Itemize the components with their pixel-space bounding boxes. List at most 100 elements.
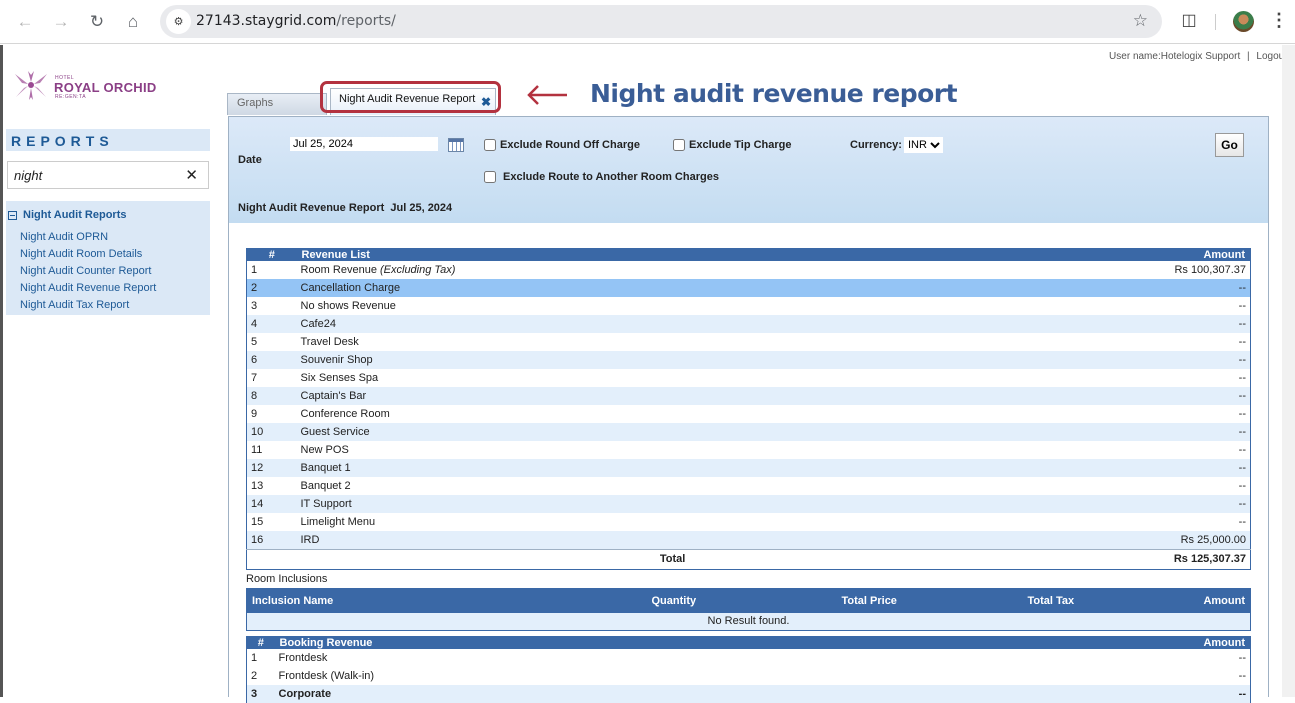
- exclude-round-off-option[interactable]: Exclude Round Off Charge: [484, 139, 640, 151]
- revenue-amount: --: [1105, 315, 1251, 333]
- revenue-num: 14: [246, 495, 297, 513]
- profile-avatar[interactable]: [1233, 11, 1254, 32]
- inclusions-table: Inclusion Name Quantity Total Price Tota…: [246, 588, 1251, 631]
- col-inclusion-amount: Amount: [1142, 588, 1251, 613]
- revenue-amount: --: [1105, 477, 1251, 495]
- user-name: User name:Hotelogix Support: [1109, 51, 1241, 62]
- report-search-input[interactable]: [8, 162, 168, 188]
- revenue-row[interactable]: 12 Banquet 1 --: [246, 459, 1251, 477]
- sidebar-item-night-audit-room-details[interactable]: Night Audit Room Details: [20, 248, 156, 265]
- exclude-route-label: Exclude Route to Another Room Charges: [503, 171, 719, 183]
- bookmark-star-icon[interactable]: ☆: [1133, 11, 1148, 31]
- revenue-row[interactable]: 11 New POS --: [246, 441, 1251, 459]
- calendar-icon[interactable]: [448, 138, 464, 152]
- revenue-num: 11: [246, 441, 297, 459]
- site-info-icon[interactable]: ⚙: [166, 9, 191, 34]
- inclusions-header-row: Inclusion Name Quantity Total Price Tota…: [246, 588, 1251, 613]
- booking-amount: --: [924, 685, 1251, 703]
- total-amount: Rs 125,307.37: [1105, 548, 1251, 569]
- filter-bar: Date Exclude Round Off Charge Exclude Ti…: [229, 117, 1268, 223]
- revenue-row[interactable]: 5 Travel Desk --: [246, 333, 1251, 351]
- revenue-name-text: Room Revenue: [300, 264, 377, 276]
- booking-row[interactable]: 3 Corporate --: [246, 685, 1251, 703]
- report-title: Night Audit Revenue Report: [238, 202, 385, 214]
- revenue-num: 3: [246, 297, 297, 315]
- revenue-name: Captain's Bar: [296, 387, 1106, 405]
- revenue-name: Banquet 1: [296, 459, 1106, 477]
- sidebar-item-night-audit-revenue-report[interactable]: Night Audit Revenue Report: [20, 282, 156, 299]
- revenue-num: 13: [246, 477, 297, 495]
- revenue-amount: --: [1105, 279, 1251, 297]
- annotation-highlight: [320, 81, 501, 113]
- revenue-row[interactable]: 3 No shows Revenue --: [246, 297, 1251, 315]
- userbar-separator: |: [1247, 51, 1250, 62]
- revenue-row[interactable]: 10 Guest Service --: [246, 423, 1251, 441]
- revenue-amount: --: [1105, 387, 1251, 405]
- go-button[interactable]: Go: [1215, 133, 1244, 157]
- logo-subtitle: RE:GEN:TA: [55, 94, 87, 100]
- back-button[interactable]: ←: [13, 10, 37, 34]
- currency-select[interactable]: INR: [903, 137, 943, 153]
- revenue-row[interactable]: 4 Cafe24 --: [246, 315, 1251, 333]
- exclude-tip-option[interactable]: Exclude Tip Charge: [673, 139, 792, 151]
- report-search: ✕: [7, 161, 209, 189]
- revenue-amount: --: [1105, 405, 1251, 423]
- revenue-note: (Excluding Tax): [380, 264, 456, 276]
- address-bar[interactable]: ⚙ 27143.staygrid.com/reports/ ☆: [160, 5, 1162, 38]
- revenue-row[interactable]: 7 Six Senses Spa --: [246, 369, 1251, 387]
- revenue-num: 9: [246, 405, 297, 423]
- revenue-num: 1: [246, 261, 297, 279]
- currency-label: Currency:: [850, 139, 902, 151]
- home-button[interactable]: ⌂: [121, 10, 145, 34]
- user-bar: User name:Hotelogix Support | Logout: [1109, 51, 1287, 62]
- exclude-round-off-checkbox[interactable]: [484, 139, 496, 151]
- annotation-label: Night audit revenue report: [590, 79, 958, 108]
- extensions-icon[interactable]: ◫: [1178, 10, 1200, 32]
- url-text[interactable]: 27143.staygrid.com/reports/: [196, 13, 396, 29]
- revenue-row[interactable]: 9 Conference Room --: [246, 405, 1251, 423]
- col-inclusion-name: Inclusion Name: [246, 588, 647, 613]
- room-inclusions-label: Room Inclusions: [246, 573, 328, 585]
- booking-header-row: # Booking Revenue Amount: [246, 636, 1251, 649]
- exclude-route-checkbox[interactable]: [484, 171, 496, 183]
- booking-num: 3: [246, 685, 275, 703]
- revenue-row[interactable]: 1 Room Revenue (Excluding Tax) Rs 100,307.…: [246, 261, 1251, 279]
- revenue-row[interactable]: 2 Cancellation Charge --: [246, 279, 1251, 297]
- revenue-name: Conference Room: [296, 405, 1106, 423]
- report-tree: Night Audit Reports Night Audit OPRN Nig…: [6, 201, 210, 315]
- revenue-row[interactable]: 16 IRD Rs 25,000.00: [246, 531, 1251, 549]
- page: User name:Hotelogix Support | Logout HOT…: [0, 45, 1295, 703]
- sidebar-item-night-audit-oprn[interactable]: Night Audit OPRN: [20, 231, 156, 248]
- reload-button[interactable]: ↻: [85, 10, 109, 34]
- revenue-amount: --: [1105, 513, 1251, 531]
- total-label: Total: [296, 548, 1106, 569]
- revenue-header-row: # Revenue List Amount: [246, 248, 1251, 261]
- collapse-icon[interactable]: [8, 210, 17, 220]
- date-input[interactable]: [290, 137, 438, 151]
- revenue-row[interactable]: 6 Souvenir Shop --: [246, 351, 1251, 369]
- revenue-row[interactable]: 14 IT Support --: [246, 495, 1251, 513]
- revenue-name: IRD: [296, 531, 1106, 549]
- tab-graphs-label: Graphs: [237, 97, 274, 109]
- page-scrollbar[interactable]: [1282, 45, 1295, 697]
- exclude-tip-checkbox[interactable]: [673, 139, 685, 151]
- booking-row[interactable]: 1 Frontdesk --: [246, 649, 1251, 667]
- currency-field: Currency: INR: [850, 137, 943, 153]
- booking-row[interactable]: 2 Frontdesk (Walk-in) --: [246, 667, 1251, 685]
- revenue-row[interactable]: 15 Limelight Menu --: [246, 513, 1251, 531]
- exclude-route-option[interactable]: Exclude Route to Another Room Charges: [484, 171, 719, 183]
- sidebar-item-night-audit-tax-report[interactable]: Night Audit Tax Report: [20, 299, 156, 316]
- annotation-arrow-icon: [527, 85, 567, 105]
- revenue-amount: --: [1105, 495, 1251, 513]
- col-booking-num: #: [246, 636, 275, 649]
- tree-group-night-audit[interactable]: Night Audit Reports: [8, 209, 126, 221]
- forward-button[interactable]: →: [49, 10, 73, 34]
- sidebar-item-night-audit-counter-report[interactable]: Night Audit Counter Report: [20, 265, 156, 282]
- revenue-row[interactable]: 8 Captain's Bar --: [246, 387, 1251, 405]
- col-booking-amount: Amount: [924, 636, 1251, 649]
- tab-graphs[interactable]: Graphs: [227, 93, 327, 115]
- revenue-row[interactable]: 13 Banquet 2 --: [246, 477, 1251, 495]
- clear-search-icon[interactable]: ✕: [185, 166, 198, 184]
- revenue-num: 12: [246, 459, 297, 477]
- browser-menu-icon[interactable]: ⋮: [1270, 10, 1288, 31]
